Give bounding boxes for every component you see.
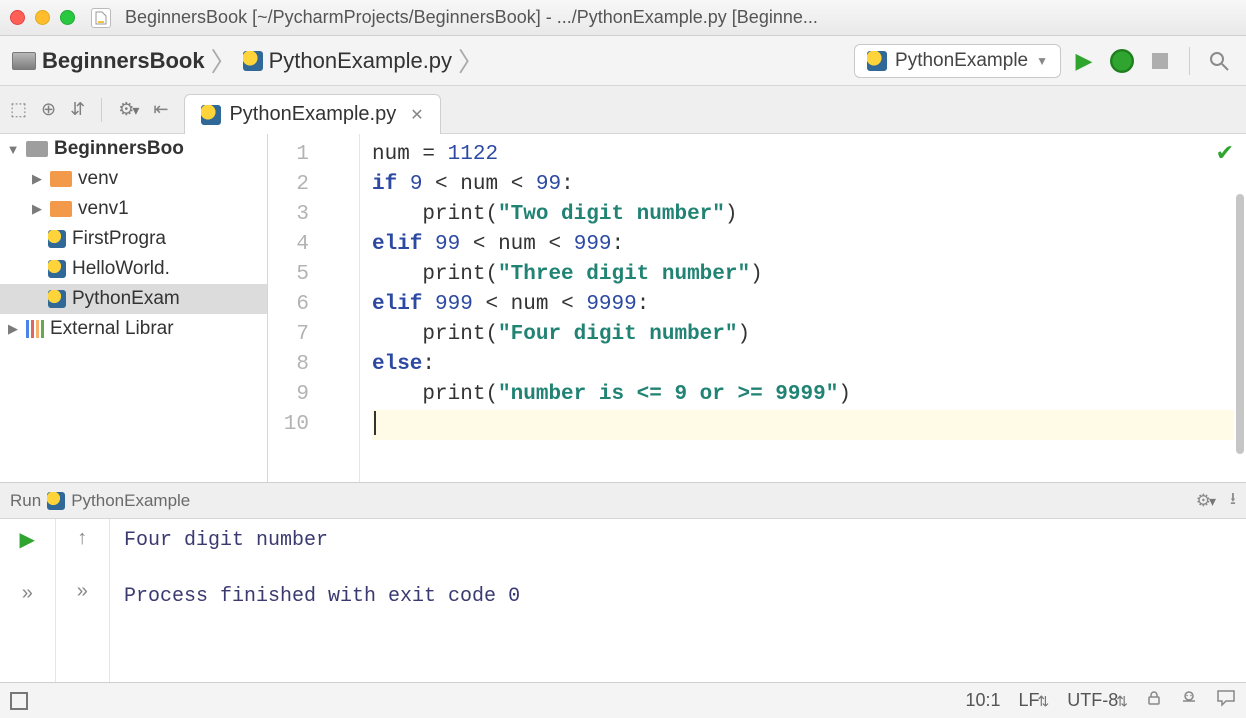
gear-icon[interactable]: ⚙▾	[118, 99, 139, 120]
run-tool-config-label: PythonExample	[71, 491, 190, 511]
bug-icon	[1110, 49, 1134, 73]
run-button[interactable]: ▶	[1069, 46, 1099, 76]
target-icon[interactable]: ⊕	[41, 99, 56, 120]
secondary-toolbar: ⬚ ⊕ ⇵ ⚙▾ ⇤ PythonExample.py ✕	[0, 86, 1246, 134]
caret-right-icon: ▶	[6, 321, 20, 337]
run-tool-sidebar: ▶ » ↑ »	[0, 519, 110, 682]
run-configuration-label: PythonExample	[895, 50, 1028, 72]
tool-window-quick-access-icon[interactable]	[10, 692, 28, 710]
analysis-ok-icon: ✔	[1216, 140, 1234, 166]
run-tool-window: Run PythonExample ⚙▾ ⭳ ▶ » ↑ » Four digi…	[0, 482, 1246, 682]
python-file-icon	[48, 230, 66, 248]
separator	[1189, 47, 1190, 75]
window-controls	[10, 10, 75, 25]
caret-right-icon: ▶	[30, 171, 44, 187]
tree-item-label: HelloWorld.	[72, 258, 170, 280]
up-arrow-icon[interactable]: ↑	[77, 527, 87, 550]
tree-item-label: venv1	[78, 198, 129, 220]
python-file-icon	[243, 51, 263, 71]
titlebar: BeginnersBook [~/PycharmProjects/Beginne…	[0, 0, 1246, 36]
python-file-icon	[48, 290, 66, 308]
chevron-down-icon: ▼	[1036, 54, 1048, 68]
run-tool-header: Run PythonExample ⚙▾ ⭳	[0, 483, 1246, 519]
project-tools: ⬚ ⊕ ⇵ ⚙▾ ⇤	[0, 98, 178, 122]
breadcrumb-file-label: PythonExample.py	[269, 48, 452, 74]
python-file-icon	[867, 51, 887, 71]
folder-icon	[50, 201, 72, 217]
tree-root[interactable]: ▼ BeginnersBoo	[0, 134, 267, 164]
code-area[interactable]: num = 1122if 9 < num < 99: print("Two di…	[360, 134, 1246, 482]
gutter: 12345678910	[268, 134, 360, 482]
search-icon	[1208, 50, 1230, 72]
tree-item-helloworld[interactable]: HelloWorld.	[0, 254, 267, 284]
folder-icon	[12, 52, 36, 70]
hector-icon[interactable]	[1180, 689, 1198, 712]
tree-item-label: FirstProgra	[72, 228, 166, 250]
debug-button[interactable]	[1107, 46, 1137, 76]
minimize-window-button[interactable]	[35, 10, 50, 25]
run-tool-title: Run	[10, 491, 41, 511]
encoding-selector[interactable]: UTF-8⇅	[1067, 690, 1128, 711]
tree-item-label: PythonExam	[72, 288, 180, 310]
caret-position[interactable]: 10:1	[965, 690, 1000, 711]
breadcrumb-project-label: BeginnersBook	[42, 48, 205, 74]
breadcrumb-file[interactable]: PythonExample.py	[243, 48, 452, 74]
app-icon	[91, 8, 111, 28]
stop-button[interactable]	[1145, 46, 1175, 76]
scroll-from-source-icon[interactable]: ⬚	[10, 99, 27, 120]
python-file-icon	[201, 105, 221, 125]
download-icon[interactable]: ⭳	[1230, 486, 1236, 515]
search-button[interactable]	[1204, 46, 1234, 76]
editor-tabs: PythonExample.py ✕	[178, 86, 1246, 133]
tree-item-label: External Librar	[50, 318, 174, 340]
status-bar: 10:1 LF⇅ UTF-8⇅	[0, 682, 1246, 718]
main-area: ▼ BeginnersBoo ▶ venv ▶ venv1 FirstProgr…	[0, 134, 1246, 482]
more-button[interactable]: »	[22, 582, 33, 605]
tree-item-firstprogram[interactable]: FirstProgra	[0, 224, 267, 254]
caret-right-icon: ▶	[30, 201, 44, 217]
folder-icon	[26, 141, 48, 157]
tree-root-label: BeginnersBoo	[54, 138, 184, 160]
rerun-button[interactable]: ▶	[20, 527, 35, 552]
python-file-icon	[47, 492, 65, 510]
close-tab-icon[interactable]: ✕	[410, 105, 423, 125]
navigation-toolbar: BeginnersBook 〉 PythonExample.py 〉 Pytho…	[0, 36, 1246, 86]
scrollbar[interactable]	[1236, 194, 1244, 454]
gear-icon[interactable]: ⚙▾	[1196, 491, 1216, 511]
libraries-icon	[26, 320, 44, 338]
tree-item-label: venv	[78, 168, 118, 190]
close-window-button[interactable]	[10, 10, 25, 25]
folder-icon	[50, 171, 72, 187]
tab-pythonexample[interactable]: PythonExample.py ✕	[184, 94, 440, 134]
line-separator-selector[interactable]: LF⇅	[1019, 690, 1050, 711]
hide-panel-icon[interactable]: ⇤	[153, 99, 168, 120]
collapse-all-icon[interactable]: ⇵	[70, 99, 85, 120]
project-tree[interactable]: ▼ BeginnersBoo ▶ venv ▶ venv1 FirstProgr…	[0, 134, 268, 482]
tab-label: PythonExample.py	[229, 103, 396, 126]
run-configuration-dropdown[interactable]: PythonExample ▼	[854, 44, 1061, 78]
caret-down-icon: ▼	[6, 142, 20, 157]
window-title: BeginnersBook [~/PycharmProjects/Beginne…	[125, 7, 818, 28]
tree-external-libraries[interactable]: ▶ External Librar	[0, 314, 267, 344]
tree-item-pythonexample[interactable]: PythonExam	[0, 284, 267, 314]
breadcrumb: BeginnersBook 〉 PythonExample.py 〉	[12, 42, 486, 79]
tree-item-venv[interactable]: ▶ venv	[0, 164, 267, 194]
feedback-icon[interactable]	[1216, 689, 1236, 712]
run-output[interactable]: Four digit number Process finished with …	[110, 519, 1246, 682]
tree-item-venv1[interactable]: ▶ venv1	[0, 194, 267, 224]
code-editor[interactable]: 12345678910 num = 1122if 9 < num < 99: p…	[268, 134, 1246, 482]
lock-icon[interactable]	[1146, 690, 1162, 711]
chevron-right-icon: 〉	[458, 42, 484, 79]
maximize-window-button[interactable]	[60, 10, 75, 25]
chevron-right-icon: 〉	[211, 42, 237, 79]
breadcrumb-project[interactable]: BeginnersBook	[12, 48, 205, 74]
more-button[interactable]: »	[77, 580, 88, 603]
python-file-icon	[48, 260, 66, 278]
